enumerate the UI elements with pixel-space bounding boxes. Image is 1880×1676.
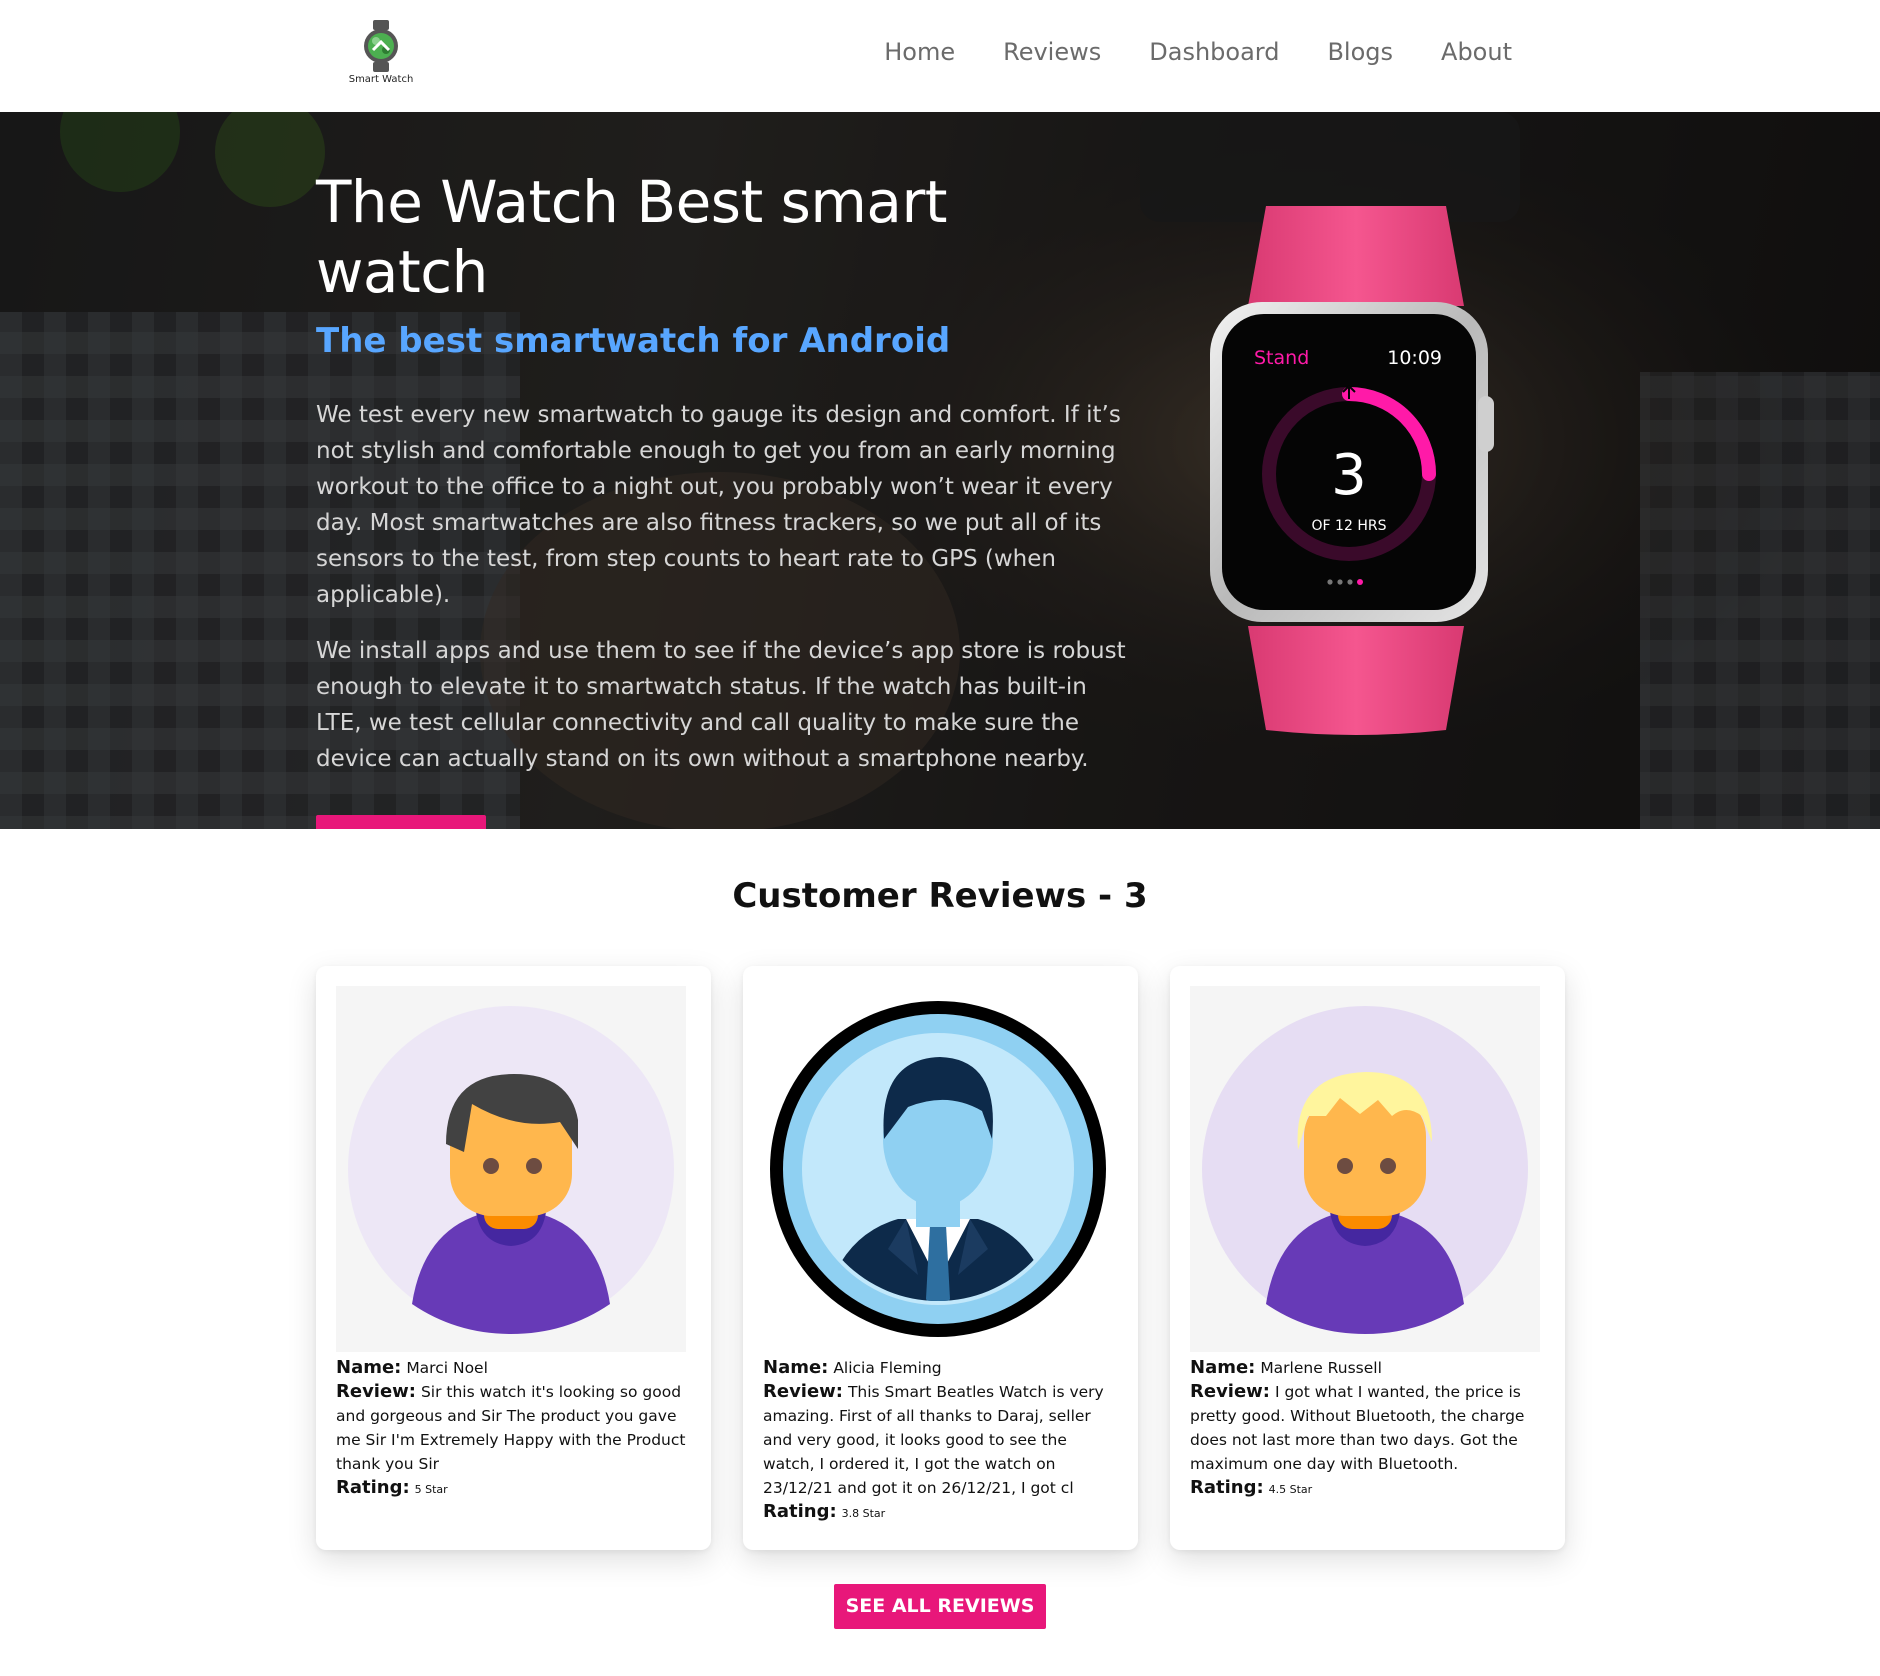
show-more-button[interactable]: SHOW MORE (316, 815, 486, 829)
reviewer-avatar (336, 986, 686, 1352)
review-cards: Name: Marci Noel Review: Sir this watch … (316, 966, 1565, 1550)
rating-label: Rating: (763, 1501, 837, 1522)
hero-title: The Watch Best smart watch (316, 168, 948, 306)
smartwatch-image: Stand 10:09 3 OF 12 HRS (1210, 206, 1494, 735)
name-label: Name: (763, 1357, 829, 1378)
hero-subtitle: The best smartwatch for Android (316, 321, 951, 362)
brand-logo[interactable]: Smart Watch (336, 20, 426, 94)
nav-dashboard-link[interactable]: Dashboard (1149, 38, 1279, 66)
name-label: Name: (1190, 1357, 1256, 1378)
watch-value: 3 (1331, 443, 1367, 508)
reviewer-avatar (1190, 986, 1540, 1352)
watch-logo-icon (364, 20, 398, 72)
reviewer-avatar (763, 986, 1113, 1352)
reviews-section-title: Customer Reviews - 3 (732, 876, 1148, 916)
logo-text: Smart Watch (348, 74, 414, 85)
hero-paragraph: We test every new smartwatch to gauge it… (316, 402, 1121, 609)
blond-hair-avatar-icon (1202, 1006, 1528, 1334)
hero-content: The Watch Best smart watch The best smar… (316, 168, 1136, 829)
navbar: Smart Watch Home Reviews Dashboard Blogs… (0, 0, 1880, 112)
rating-label: Rating: (1190, 1477, 1264, 1498)
nav-about-link[interactable]: About (1441, 38, 1512, 66)
main-nav: Home Reviews Dashboard Blogs About (884, 38, 1512, 66)
reviewer-name: Alicia Fleming (833, 1359, 942, 1377)
review-label: Review: (763, 1381, 844, 1402)
reviewer-name: Marlene Russell (1260, 1359, 1382, 1377)
watch-stand-label: Stand (1254, 347, 1309, 369)
review-card: Name: Marci Noel Review: Sir this watch … (316, 966, 711, 1550)
review-card: Name: Marlene Russell Review: I got what… (1170, 966, 1565, 1550)
nav-home-link[interactable]: Home (884, 38, 955, 66)
reviewer-name: Marci Noel (406, 1359, 488, 1377)
rating-label: Rating: (336, 1477, 410, 1498)
review-card: Name: Alicia Fleming Review: This Smart … (743, 966, 1138, 1550)
dark-hair-avatar-icon (348, 1006, 674, 1334)
review-card-body: Name: Marci Noel Review: Sir this watch … (336, 1356, 691, 1502)
name-label: Name: (336, 1357, 402, 1378)
review-card-body: Name: Marlene Russell Review: I got what… (1190, 1356, 1545, 1502)
review-label: Review: (1190, 1381, 1271, 1402)
nav-reviews-link[interactable]: Reviews (1003, 38, 1101, 66)
review-label: Review: (336, 1381, 417, 1402)
nav-blogs-link[interactable]: Blogs (1327, 38, 1393, 66)
rating-value: 4.5 Star (1268, 1483, 1313, 1496)
hero-banner: The Watch Best smart watch The best smar… (0, 112, 1880, 829)
businessman-avatar-icon (770, 1001, 1106, 1337)
watch-time: 10:09 (1387, 347, 1442, 369)
rating-value: 5 Star (414, 1483, 448, 1496)
see-all-reviews-button[interactable]: SEE ALL REVIEWS (834, 1584, 1046, 1629)
rating-value: 3.8 Star (841, 1507, 886, 1520)
hero-paragraph: We install apps and use them to see if t… (316, 638, 1126, 773)
review-card-body: Name: Alicia Fleming Review: This Smart … (763, 1356, 1118, 1526)
watch-unit: OF 12 HRS (1312, 518, 1387, 534)
